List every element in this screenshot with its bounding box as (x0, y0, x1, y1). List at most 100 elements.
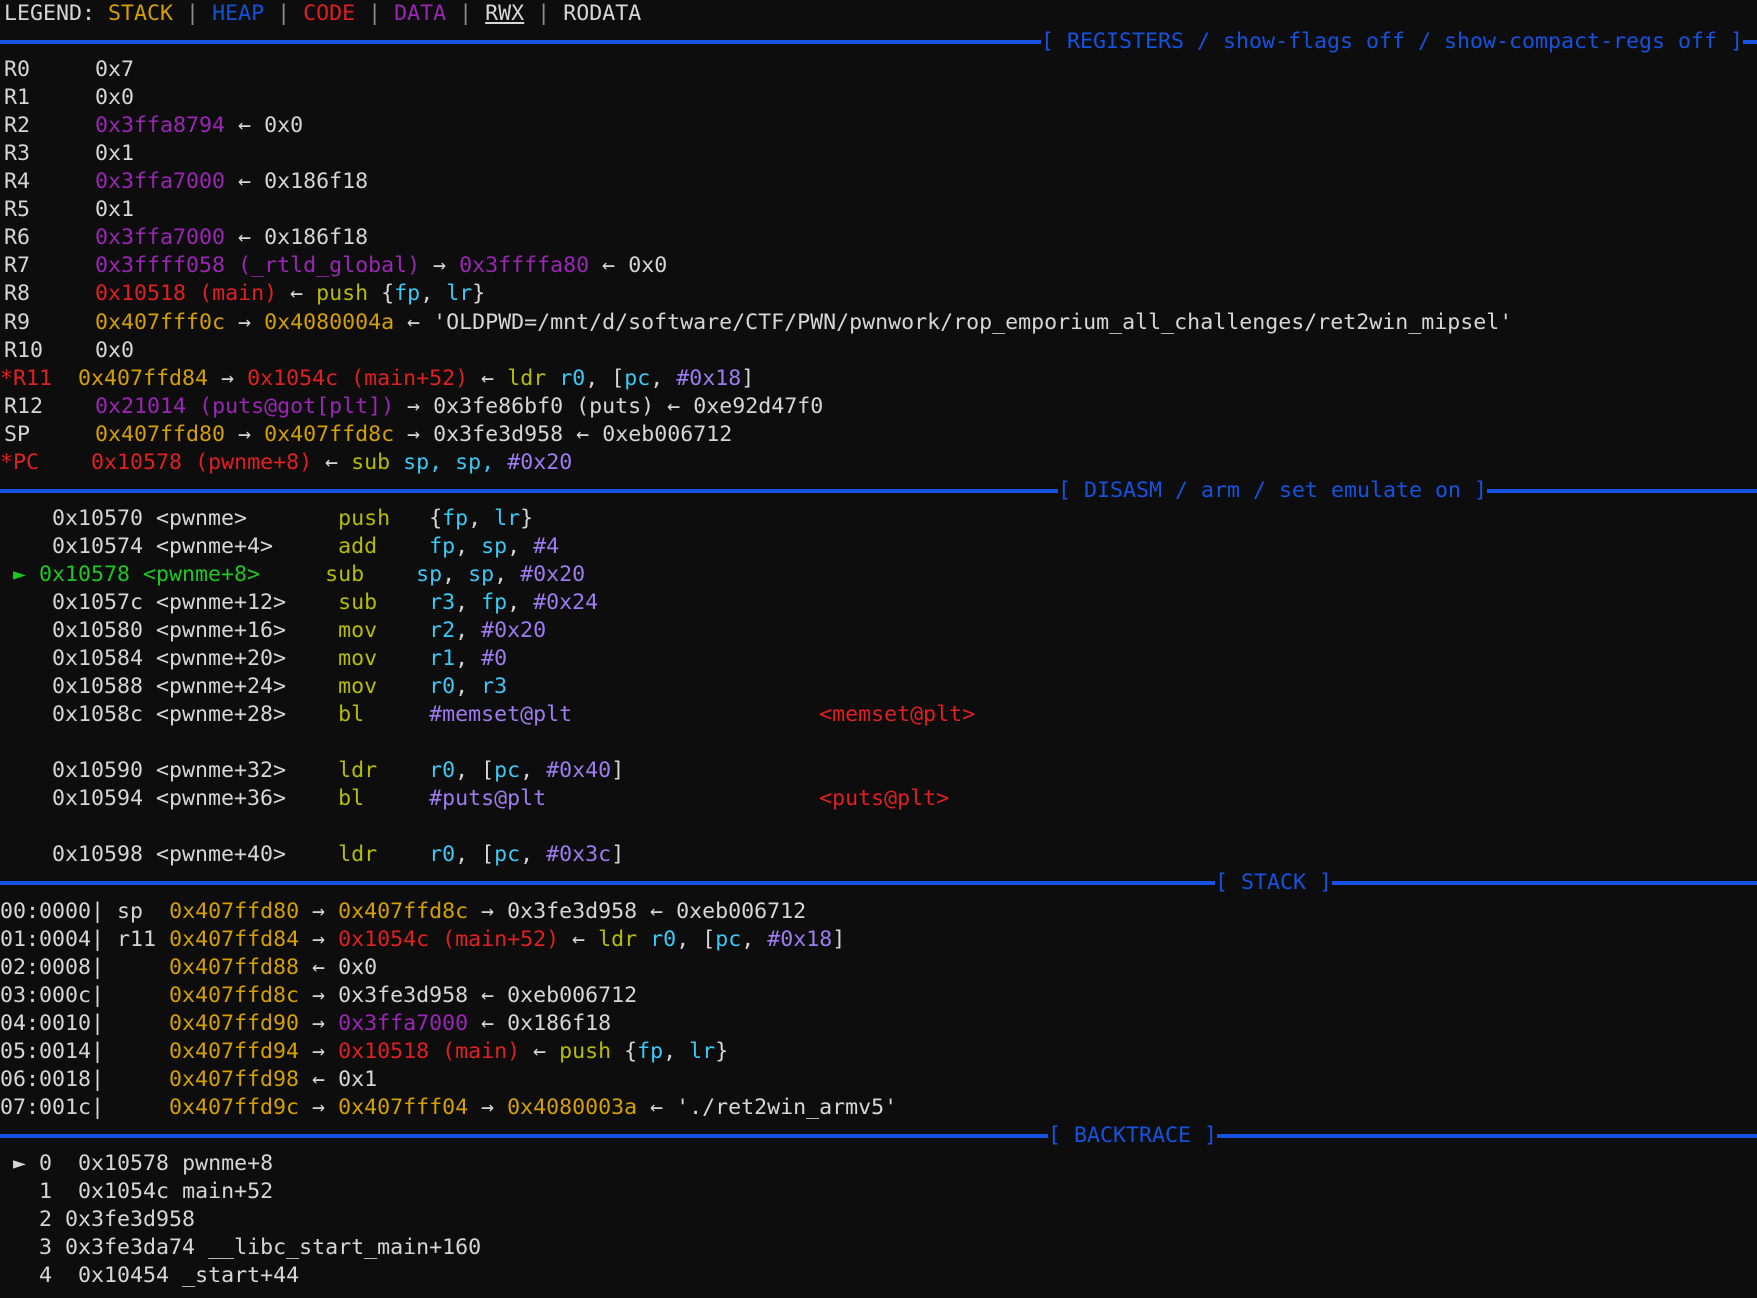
register-operands-reg-pc: sp, sp, (403, 449, 495, 475)
disasm-rule-left (0, 488, 1058, 493)
backtrace-num: 3 (39, 1235, 53, 1261)
register-tail-r2: 0x0 (264, 113, 304, 139)
register-label-r7: R7 (4, 253, 31, 279)
register-row-r1: R1 0x0 (0, 84, 1757, 112)
disasm-row: 0x10584 <pwnme+20> mov r1, #0 (52, 646, 508, 672)
register-row-r9: R9 0x407fff0c → 0x4080004a ← 'OLDPWD=/mn… (0, 309, 1757, 337)
register-label-r11: *R11 (0, 365, 53, 391)
register-addr2-r9: 0x4080004a (264, 309, 395, 335)
arrow-right-icon: → (238, 309, 252, 335)
disasm-mnemonic: bl (338, 702, 365, 728)
register-row-r2: R2 0x3ffa8794 ← 0x0 (0, 112, 1757, 140)
register-tail-r9: 'OLDPWD=/mnt/d/software/CTF/PWN/pwnwork/… (433, 309, 1513, 335)
stack-index: 00:0000 (0, 898, 92, 924)
backtrace-row: 1 0x1054c main+52 (0, 1178, 1757, 1206)
disasm-mnemonic: mov (338, 618, 378, 644)
stack-index: 03:000c (0, 982, 92, 1008)
registers-rule-right (1743, 40, 1757, 45)
disasm-sym: <pwnme+16> (156, 618, 287, 644)
arrow-left-icon: ← (407, 309, 421, 335)
backtrace-addr: 0x3fe3d958 (65, 1207, 196, 1233)
stack-row: 00:0000| sp 0x407ffd80 → 0x407ffd8c → 0x… (0, 898, 807, 924)
arrow-left-icon: ← (667, 393, 681, 419)
stack-index: 02:0008 (0, 954, 92, 980)
register-value-r3: 0x1 (95, 141, 135, 167)
arrow-right-icon: → (407, 421, 421, 447)
register-sym-r12: (puts@got[plt]) (199, 393, 395, 419)
disasm-blank-row (0, 729, 1757, 757)
legend-item-stack: STACK (108, 1, 174, 26)
disasm-blank-row (0, 813, 1757, 841)
stack-rule-left (0, 881, 1215, 886)
backtrace-rule-left (0, 1133, 1048, 1138)
disasm-mnemonic: mov (338, 674, 378, 700)
register-addr-r4: 0x3ffa7000 (95, 169, 226, 195)
register-tail-r6: 0x186f18 (264, 225, 369, 251)
disasm-addr: 0x10578 (39, 561, 131, 587)
disasm-section-title: [ DISASM / arm / set emulate on ] (1057, 477, 1487, 503)
registers-section-header: [ REGISTERS / show-flags off / show-comp… (0, 28, 1757, 56)
current-instruction-marker-icon: ► (0, 561, 40, 587)
register-label-r10: R10 (4, 337, 44, 363)
backtrace-row: 4 0x10454 _start+44 (0, 1262, 1757, 1290)
register-addr2-r7: 0x3ffffa80 (459, 253, 590, 279)
disasm-row: 0x1057c <pwnme+12> sub r3, fp, #0x24 (52, 589, 599, 615)
disasm-operands: #memset@plt (429, 702, 573, 728)
disasm-sym: <pwnme+40> (156, 842, 287, 868)
stack-row: 07:001c| 0x407ffd9c → 0x407fff04 → 0x408… (0, 1094, 898, 1120)
arrow-left-icon: ← (325, 449, 339, 475)
legend-sep-1: | (173, 1, 213, 26)
stack-section-title: [ STACK ] (1214, 870, 1332, 896)
register-row-pc: *PC 0x10578 (pwnme+8) ← sub sp, sp, #0x2… (0, 449, 1757, 477)
stack-row: 03:000c| 0x407ffd8c → 0x3fe3d958 ← 0xeb0… (0, 982, 638, 1008)
backtrace-num: 2 (39, 1207, 53, 1233)
register-label-r4: R4 (4, 169, 31, 195)
stack-reg: sp (117, 898, 144, 924)
stack-row: 02:0008| 0x407ffd88 ← 0x0 (0, 954, 378, 980)
disasm-row: 0x10594 <pwnme+36> bl #puts@plt <puts@pl… (52, 786, 950, 812)
disasm-sym: <pwnme+28> (156, 702, 287, 728)
register-label-r3: R3 (4, 141, 31, 167)
disasm-row: 0x10570 <pwnme> push {fp, lr} (52, 505, 534, 531)
stack-index: 06:0018 (0, 1066, 92, 1092)
register-label-pc: *PC (0, 449, 40, 475)
backtrace-addr: 0x10454 (78, 1263, 170, 1289)
disasm-section-header: [ DISASM / arm / set emulate on ] (0, 477, 1757, 505)
register-row-r0: R0 0x7 (0, 56, 1757, 84)
register-row-r3: R3 0x1 (0, 140, 1757, 168)
legend-sep-3: | (355, 1, 395, 26)
disasm-mnemonic: mov (338, 646, 378, 672)
registers-rule-left (0, 40, 1041, 45)
register-operands-imm-pc: #0x20 (507, 449, 573, 475)
register-label-r9: R9 (4, 309, 31, 335)
disasm-sym: <pwnme> (156, 505, 248, 531)
register-addr-r12: 0x21014 (95, 393, 187, 419)
disasm-row: 0x10590 <pwnme+32> ldr r0, [pc, #0x40] (52, 758, 625, 784)
legend-sep-4: | (446, 1, 486, 26)
stack-row: 04:0010| 0x407ffd90 → 0x3ffa7000 ← 0x186… (0, 1010, 612, 1036)
arrow-left-icon: ← (238, 225, 252, 251)
backtrace-section-title: [ BACKTRACE ] (1047, 1122, 1217, 1148)
backtrace-rule-right (1217, 1133, 1757, 1138)
disasm-rule-right (1487, 488, 1757, 493)
disasm-operands: #puts@plt (429, 786, 547, 812)
register-row-r8: R8 0x10518 (main) ← push {fp, lr} (4, 281, 486, 307)
registers-section-title: [ REGISTERS / show-flags off / show-comp… (1040, 29, 1743, 55)
disasm-sym: <pwnme+4> (156, 533, 274, 559)
arrow-left-icon: ← (290, 281, 304, 307)
register-row-r5: R5 0x1 (0, 196, 1757, 224)
disasm-addr: 0x10584 (52, 646, 144, 672)
disasm-mnemonic: sub (325, 561, 365, 587)
arrow-right-icon: → (221, 365, 235, 391)
register-addr-r7: 0x3ffff058 (95, 253, 226, 279)
register-tail-r12: 0xe92d47f0 (693, 393, 824, 419)
disasm-mnemonic: push (338, 505, 391, 531)
register-label-sp: SP (4, 421, 31, 447)
disasm-row: 0x10580 <pwnme+16> mov r2, #0x20 (52, 618, 547, 644)
stack-rule-right (1332, 881, 1757, 886)
backtrace-sym: pwnme+8 (182, 1150, 274, 1176)
register-row-r11: *R11 0x407ffd84 → 0x1054c (main+52) ← ld… (0, 365, 755, 391)
disasm-addr: 0x10594 (52, 786, 144, 812)
arrow-left-icon: ← (481, 365, 495, 391)
register-label-r5: R5 (4, 197, 31, 223)
